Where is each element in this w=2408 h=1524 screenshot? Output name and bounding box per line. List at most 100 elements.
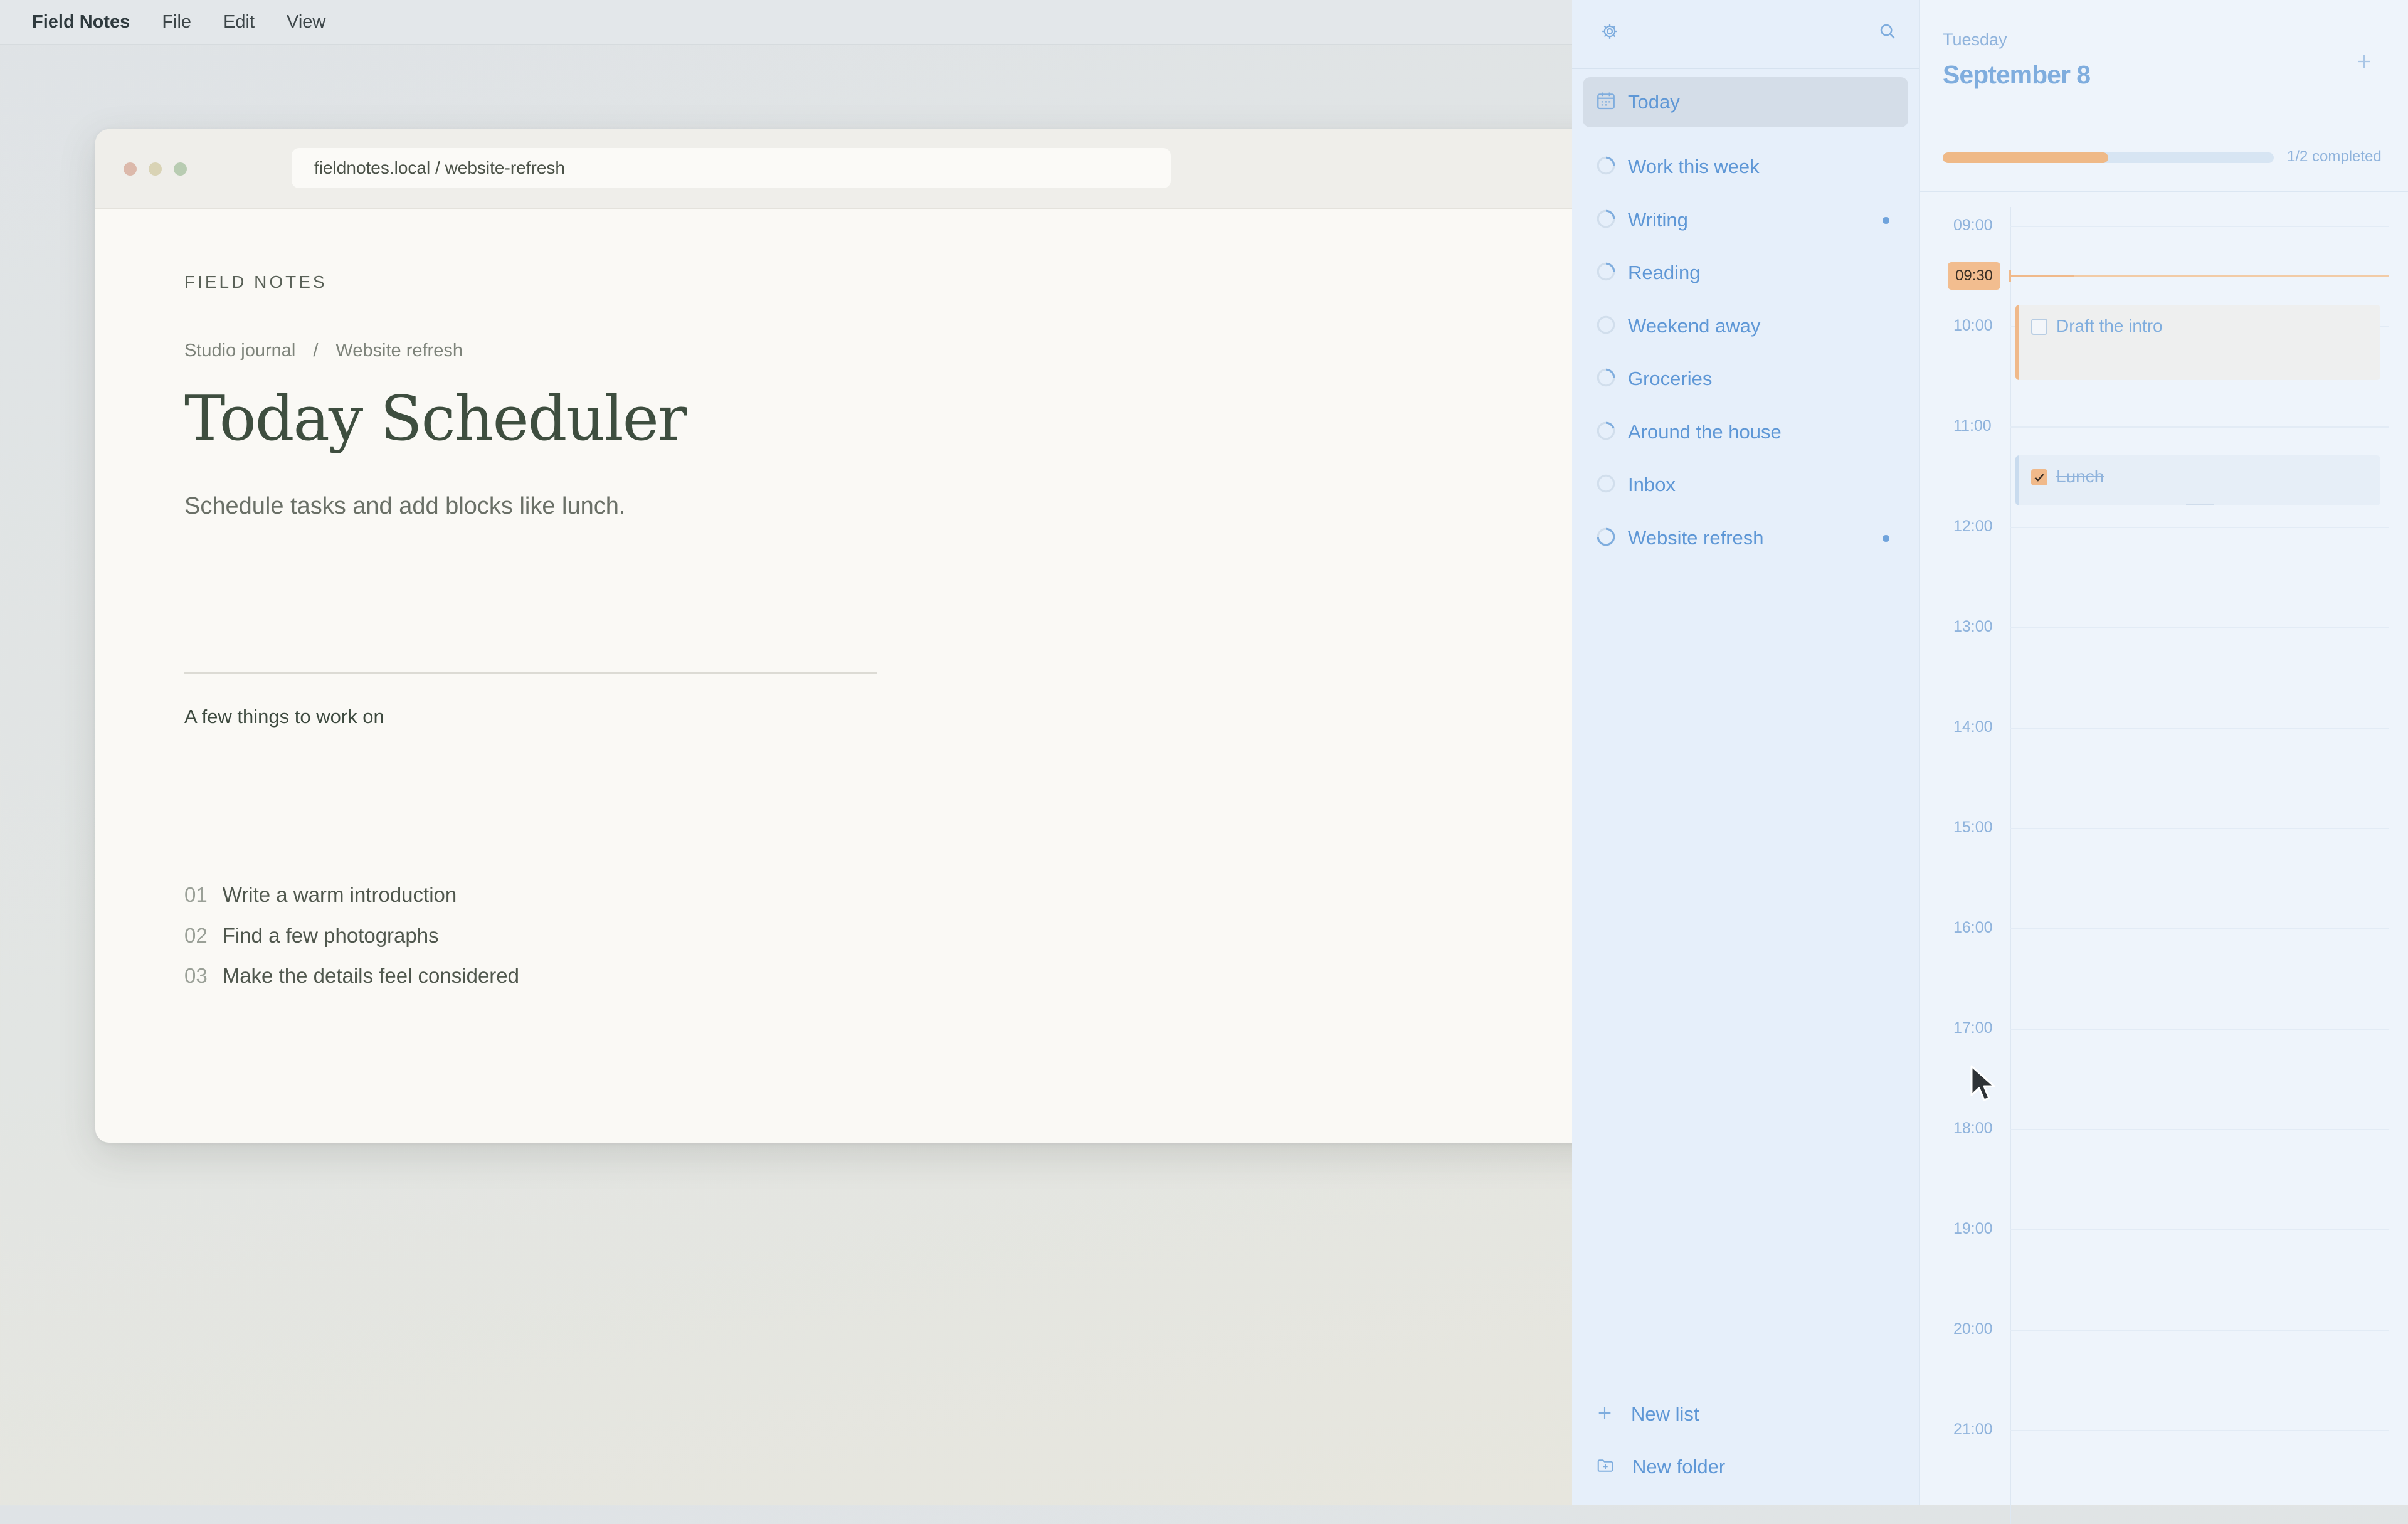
sidebar-item-writing[interactable]: Writing	[1583, 195, 1908, 245]
sidebar-item-inbox[interactable]: Inbox	[1583, 460, 1908, 510]
list-item-text: Make the details feel considered	[222, 964, 519, 987]
sidebar-item-label: Website refresh	[1628, 527, 1764, 549]
hour-gridline	[2010, 426, 2389, 428]
daily-progress-bar	[1943, 152, 2274, 163]
event-block-completed[interactable]: Lunch	[2015, 455, 2380, 505]
maximize-window-button[interactable]	[174, 162, 187, 176]
menu-edit[interactable]: Edit	[223, 12, 255, 33]
timeline-axis	[2010, 207, 2011, 1524]
page-subtitle: Schedule tasks and add blocks like lunch…	[184, 493, 626, 519]
hour-gridline	[2010, 1229, 2389, 1230]
sidebar-item-label: Around the house	[1628, 421, 1782, 443]
list-item-number: 03	[184, 964, 208, 987]
sidebar-item-label: Groceries	[1628, 368, 1713, 389]
progress-ring-icon	[1595, 367, 1617, 391]
list-item: 02 Find a few photographs	[184, 924, 439, 948]
breadcrumb-website-refresh[interactable]: Website refresh	[335, 341, 463, 361]
checked-checkbox[interactable]	[2031, 469, 2047, 485]
hour-label: 12:00	[1953, 517, 1993, 535]
sidebar-item-label: Work this week	[1628, 156, 1760, 177]
resize-handle[interactable]	[2185, 504, 2214, 505]
hour-label: 14:00	[1953, 718, 1993, 736]
search-icon[interactable]	[1875, 19, 1900, 44]
hour-gridline	[2010, 1029, 2389, 1030]
new-folder-button[interactable]: New folder	[1596, 1456, 1725, 1478]
list-item-text: Find a few photographs	[222, 924, 439, 947]
list-item-number: 02	[184, 924, 208, 947]
hour-label: 15:00	[1953, 818, 1993, 836]
menu-file[interactable]: File	[162, 12, 191, 33]
unread-indicator	[1883, 216, 1889, 224]
hour-label: 11:00	[1953, 417, 1992, 435]
current-time-line	[2009, 270, 2389, 282]
address-bar[interactable]: fieldnotes.local / website-refresh	[292, 148, 1171, 188]
day-schedule-panel: Tuesday September 8 1/2 completed 09:00 1…	[1920, 0, 2408, 1524]
sidebar-item-around-the-house[interactable]: Around the house	[1583, 407, 1908, 457]
browser-window: fieldnotes.local / website-refresh FIELD…	[95, 129, 1613, 1143]
list-item: 03 Make the details feel considered	[184, 964, 519, 988]
menu-bar: Field Notes File Edit View	[0, 0, 1572, 45]
hour-gridline	[2010, 527, 2389, 528]
sidebar-item-groceries[interactable]: Groceries	[1583, 354, 1908, 404]
new-list-button[interactable]: New list	[1596, 1403, 1699, 1426]
timeline[interactable]: 09:00 10:00 11:00 12:00 13:00 14:00 15:00 16:00…	[1920, 188, 2408, 1524]
section-title: A few things to work on	[184, 706, 384, 728]
task-checkbox[interactable]	[2031, 319, 2047, 335]
breadcrumb-studio-journal[interactable]: Studio journal	[184, 341, 295, 361]
sidebar-item-label: Reading	[1628, 262, 1701, 283]
event-block[interactable]: Draft the intro	[2015, 305, 2380, 380]
browser-toolbar: fieldnotes.local / website-refresh	[95, 129, 1613, 209]
weekday-label: Tuesday	[1943, 30, 2007, 49]
progress-ring-icon	[1595, 526, 1617, 551]
gear-icon[interactable]	[1597, 19, 1622, 44]
sidebar-item-reading[interactable]: Reading	[1583, 248, 1908, 298]
new-folder-label: New folder	[1632, 1456, 1726, 1478]
progress-ring-icon	[1595, 155, 1617, 179]
new-list-label: New list	[1631, 1403, 1699, 1425]
hour-label: 20:00	[1953, 1320, 1993, 1338]
list-item-text: Write a warm introduction	[222, 883, 457, 906]
date-heading: September 8	[1943, 60, 2091, 89]
daily-progress-fill	[1943, 152, 2108, 163]
calendar-icon	[1595, 90, 1617, 115]
unread-indicator	[1883, 534, 1889, 542]
list-item-number: 01	[184, 883, 208, 906]
progress-ring-icon	[1595, 420, 1617, 445]
sidebar-item-label: Weekend away	[1628, 315, 1761, 337]
hour-gridline	[2010, 627, 2389, 628]
hour-label: 16:00	[1953, 919, 1993, 936]
breadcrumb-separator: /	[313, 341, 319, 361]
progress-ring-icon	[1595, 261, 1617, 285]
hour-label: 09:00	[1953, 216, 1993, 234]
menu-view[interactable]: View	[287, 12, 325, 33]
sidebar-item-today[interactable]: Today	[1583, 77, 1908, 127]
breadcrumb: Studio journal / Website refresh	[184, 341, 463, 361]
list-item: 01 Write a warm introduction	[184, 883, 457, 907]
progress-label: 1/2 completed	[2287, 148, 2382, 165]
hour-gridline	[2010, 928, 2389, 929]
hour-label: 17:00	[1953, 1019, 1993, 1037]
add-task-button[interactable]	[2352, 49, 2377, 74]
lists-sidebar: Today Work this week Writing Reading Wee…	[1572, 0, 1920, 1505]
hour-label: 18:00	[1953, 1119, 1993, 1137]
page-title: Today Scheduler	[184, 383, 687, 455]
hour-label: 19:00	[1953, 1220, 1993, 1237]
sidebar-item-weekend-away[interactable]: Weekend away	[1583, 301, 1908, 351]
hour-label: 10:00	[1953, 317, 1993, 334]
sidebar-header	[1572, 0, 1919, 69]
close-window-button[interactable]	[124, 162, 137, 176]
hour-gridline	[2010, 1129, 2389, 1130]
app-name[interactable]: Field Notes	[32, 12, 130, 33]
hour-gridline	[2010, 828, 2389, 829]
hour-gridline	[2010, 1430, 2389, 1431]
progress-ring-icon	[1595, 314, 1617, 339]
hour-label: 21:00	[1953, 1421, 1993, 1438]
progress-ring-icon	[1595, 208, 1617, 233]
hour-gridline	[2010, 226, 2389, 227]
hour-gridline	[2010, 728, 2389, 729]
current-time-badge: 09:30	[1948, 262, 2000, 290]
event-title: Lunch	[2056, 467, 2104, 486]
sidebar-item-work-this-week[interactable]: Work this week	[1583, 142, 1908, 192]
minimize-window-button[interactable]	[149, 162, 162, 176]
sidebar-item-website-refresh[interactable]: Website refresh	[1583, 513, 1908, 563]
